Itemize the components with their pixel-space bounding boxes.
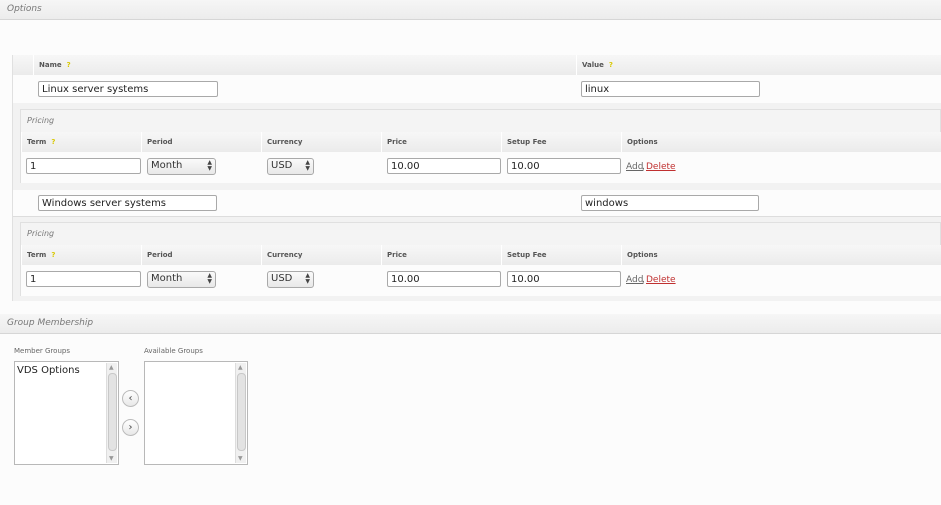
scroll-down-icon[interactable]: ▼ <box>109 455 114 462</box>
scrollbar-thumb[interactable] <box>237 373 246 451</box>
list-item[interactable]: VDS Options <box>17 365 80 376</box>
currency-select[interactable]: USD ▲ ▼ <box>267 158 314 175</box>
pricing-table-header: Term? Period Currency Price Setup Fee Op… <box>21 245 941 265</box>
pricing-table-header: Term? Period Currency Price Setup Fee Op… <box>21 132 941 152</box>
member-groups-list[interactable]: VDS Options ▲ ▼ <box>14 361 119 465</box>
add-link[interactable]: Add <box>626 162 643 172</box>
spinner-icon: ▲ ▼ <box>207 159 212 172</box>
price-input[interactable] <box>387 271 501 287</box>
pricing-row: Month ▲▼ USD ▲▼ Add , Delete <box>21 265 941 296</box>
option-row <box>13 75 941 103</box>
help-icon[interactable]: ? <box>67 62 73 69</box>
link-separator: , <box>642 162 645 172</box>
setup-fee-input[interactable] <box>507 158 621 174</box>
column-header-price: Price <box>381 245 501 265</box>
pricing-title: Pricing <box>27 229 55 238</box>
price-input[interactable] <box>387 158 501 174</box>
pricing-panel: Pricing Term? Period Currency Price Setu… <box>20 222 941 296</box>
help-icon[interactable]: ? <box>609 62 615 69</box>
column-header-setup-fee: Setup Fee <box>501 245 621 265</box>
column-header-options: Options <box>621 245 941 265</box>
delete-link[interactable]: Delete <box>646 162 676 172</box>
option-name-input[interactable] <box>38 195 217 211</box>
period-select[interactable]: Month ▲ ▼ <box>147 271 216 288</box>
term-input[interactable] <box>26 158 141 174</box>
column-header-currency: Currency <box>261 132 381 152</box>
spinner-icon: ▲ ▼ <box>207 272 212 285</box>
scroll-down-icon[interactable]: ▼ <box>238 455 243 462</box>
period-select[interactable]: Month ▲ ▼ <box>147 158 216 175</box>
option-value-input[interactable] <box>581 81 760 97</box>
column-header-period: Period <box>141 245 261 265</box>
pricing-row: Month ▲▼ USD ▲▼ Add , Delete <box>21 152 941 183</box>
column-header-period: Period <box>141 132 261 152</box>
spinner-icon: ▲ ▼ <box>305 272 310 285</box>
chevron-right-icon: › <box>128 422 133 433</box>
scroll-up-icon[interactable]: ▲ <box>109 364 114 371</box>
available-groups-list[interactable]: ▲ ▼ <box>144 361 248 465</box>
group-membership-title: Group Membership <box>7 318 94 328</box>
available-groups-label: Available Groups <box>144 347 203 355</box>
scrollbar[interactable]: ▲ ▼ <box>235 363 246 463</box>
pricing-panel: Pricing Term? Period Currency Price Setu… <box>20 109 941 183</box>
add-link[interactable]: Add <box>626 275 643 285</box>
column-header-term: Term? <box>21 132 141 152</box>
column-header-term: Term? <box>21 245 141 265</box>
help-icon[interactable]: ? <box>51 139 57 146</box>
option-row <box>13 190 941 217</box>
column-header-value: Value? <box>576 55 941 75</box>
scroll-up-icon[interactable]: ▲ <box>238 364 243 371</box>
column-header-setup-fee: Setup Fee <box>501 132 621 152</box>
member-groups-label: Member Groups <box>14 347 70 355</box>
help-icon[interactable]: ? <box>51 252 57 259</box>
option-name-input[interactable] <box>38 81 218 97</box>
options-section-title: Options <box>7 4 42 14</box>
delete-link[interactable]: Delete <box>646 275 676 285</box>
setup-fee-input[interactable] <box>507 271 621 287</box>
move-right-button[interactable]: › <box>122 419 139 436</box>
currency-select[interactable]: USD ▲ ▼ <box>267 271 314 288</box>
chevron-left-icon: ‹ <box>128 393 133 404</box>
column-header-options: Options <box>621 132 941 152</box>
spinner-icon: ▲ ▼ <box>305 159 310 172</box>
column-header-name: Name? <box>33 55 576 75</box>
options-section-header: Options <box>0 0 941 20</box>
link-separator: , <box>642 275 645 285</box>
scrollbar[interactable]: ▲ ▼ <box>106 363 117 463</box>
group-membership-header: Group Membership <box>0 314 941 334</box>
option-value-input[interactable] <box>581 195 759 211</box>
options-table-header: Name? Value? <box>13 55 941 75</box>
scrollbar-thumb[interactable] <box>108 373 117 451</box>
move-left-button[interactable]: ‹ <box>122 390 139 407</box>
column-header-currency: Currency <box>261 245 381 265</box>
pricing-title: Pricing <box>27 116 55 125</box>
term-input[interactable] <box>26 271 141 287</box>
column-header-price: Price <box>381 132 501 152</box>
